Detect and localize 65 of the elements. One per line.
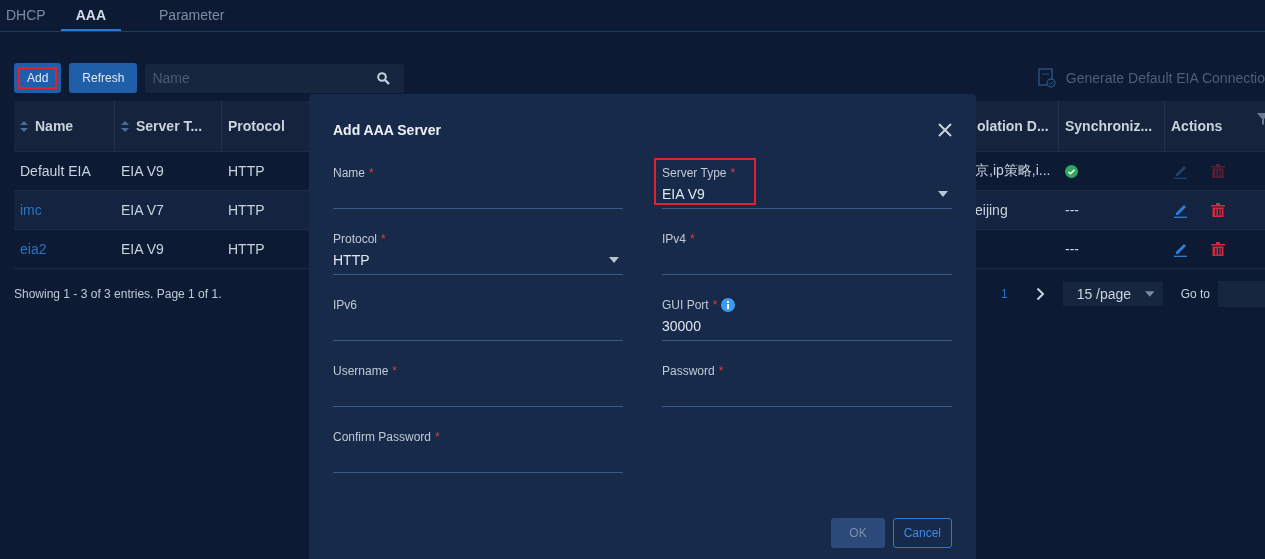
column-header[interactable]: Server T...	[115, 101, 222, 151]
field-label: IPv4	[662, 232, 686, 246]
delete-icon[interactable]	[1211, 202, 1225, 218]
field-value: 30000	[662, 317, 702, 336]
required-mark: *	[392, 364, 398, 378]
required-mark: *	[381, 232, 386, 246]
tab[interactable]: DHCP	[0, 0, 52, 31]
table-cell: HTTP	[228, 202, 265, 218]
required-mark: *	[435, 430, 440, 444]
table-cell: EIA V7	[121, 202, 164, 218]
close-icon[interactable]	[938, 123, 952, 137]
sort-icon	[20, 120, 28, 132]
toolbar-button[interactable]: Add	[14, 63, 62, 93]
search-icon	[377, 71, 391, 85]
caret-icon	[609, 257, 619, 263]
required-mark: *	[718, 364, 724, 378]
required-mark: *	[369, 166, 374, 180]
delete-icon[interactable]	[1211, 241, 1225, 257]
tab[interactable]: Parameter	[153, 0, 231, 31]
field-label: Name	[333, 166, 365, 180]
table-cell: ---	[1065, 241, 1079, 257]
table-cell: Default EIA	[20, 163, 91, 179]
column-header[interactable]: Name	[14, 101, 115, 151]
required-mark: *	[730, 166, 736, 180]
caret-icon	[1145, 291, 1155, 297]
next-page-icon[interactable]	[1035, 287, 1045, 301]
entries-summary: Showing 1 - 3 of 3 entries. Page 1 of 1.	[14, 287, 222, 301]
select-field[interactable]: HTTP	[333, 246, 623, 275]
field-label: Password	[662, 364, 715, 378]
toolbar-button[interactable]: Refresh	[69, 63, 138, 93]
check-circle-icon	[1065, 164, 1078, 178]
input-field[interactable]: 30000	[662, 312, 952, 341]
table-cell: HTTP	[228, 241, 265, 257]
dialog-title: Add AAA Server	[333, 122, 441, 138]
field-label: IPv6	[333, 298, 357, 312]
field-label: GUI Port	[662, 298, 709, 312]
required-mark: *	[690, 232, 695, 246]
field-value: HTTP	[333, 251, 371, 270]
document-check-icon	[1037, 68, 1056, 88]
required-mark: *	[712, 298, 718, 312]
page-size-select[interactable]: 15 /page	[1062, 282, 1163, 306]
field-label: Server Type	[662, 166, 727, 180]
sort-icon	[121, 120, 129, 132]
field-value: EIA V9	[662, 185, 706, 204]
goto-label: Go to	[1180, 287, 1210, 301]
table-cell: EIA V9	[121, 241, 164, 257]
table-cell: HTTP	[228, 163, 265, 179]
table-cell: ---	[1065, 202, 1079, 218]
table-cell[interactable]: eia2	[20, 241, 47, 257]
tab[interactable]: AAA	[60, 0, 121, 31]
table-cell: EIA V9	[121, 163, 164, 179]
column-header[interactable]: Actions	[1165, 101, 1265, 151]
select-field[interactable]: EIA V9	[662, 180, 952, 209]
page-number[interactable]: 1	[1000, 287, 1008, 301]
caret-icon	[938, 191, 948, 197]
column-header[interactable]: Synchroniz...	[1059, 101, 1165, 151]
info-icon[interactable]	[721, 298, 736, 312]
edit-icon[interactable]	[1173, 202, 1189, 218]
field-label: Username	[333, 364, 389, 378]
dialog-button[interactable]: Cancel	[892, 518, 952, 548]
edit-icon[interactable]	[1173, 241, 1189, 257]
field-label: Protocol	[333, 232, 378, 246]
field-label: Confirm Password	[333, 430, 432, 444]
table-cell: eijing	[975, 202, 1008, 218]
table-cell: 京,ip策略,i...	[975, 162, 1051, 180]
